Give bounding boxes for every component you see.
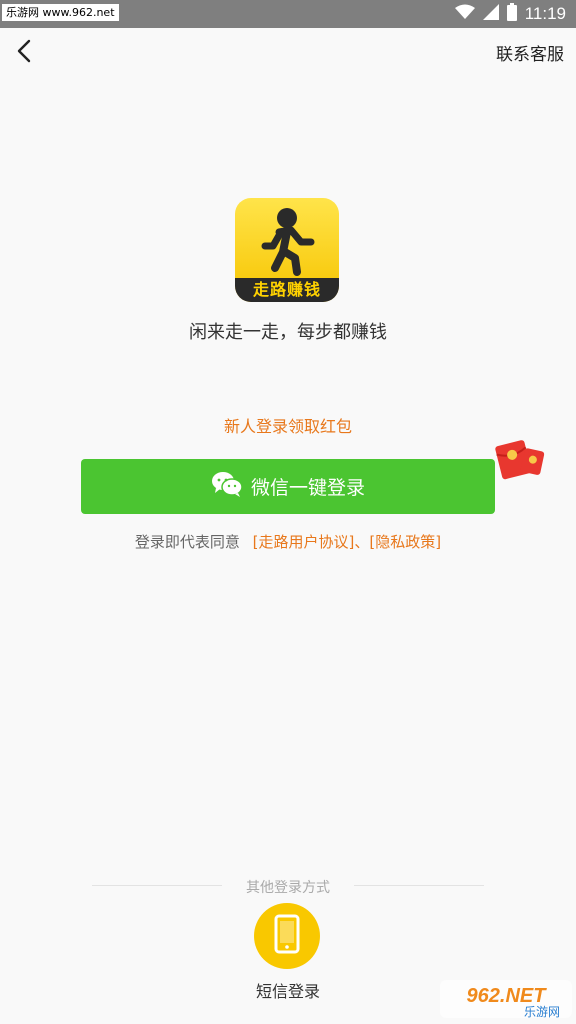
back-button[interactable] (8, 36, 40, 70)
logo-text: 走路赚钱 (252, 280, 321, 299)
watermark-sub: 乐游网 (524, 1005, 560, 1019)
header: 联系客服 (0, 28, 576, 78)
agreement-text: 登录即代表同意 [走路用户协议]、[隐私政策] (0, 531, 576, 552)
battery-icon (506, 3, 517, 25)
site-watermark: 962.NET 乐游网 (440, 976, 572, 1020)
wechat-login-button[interactable]: 微信一键登录 (81, 459, 495, 514)
privacy-policy-link[interactable]: [隐私政策] (369, 533, 441, 551)
phone-icon (274, 914, 300, 958)
user-agreement-link[interactable]: [走路用户协议] (253, 533, 355, 551)
other-login-label: 其他登录方式 (246, 880, 330, 896)
wifi-icon (454, 4, 475, 24)
signal-icon (482, 4, 499, 24)
status-time: 11:19 (524, 4, 566, 23)
wechat-icon (211, 471, 243, 502)
app-logo: 走路赚钱 (235, 198, 339, 302)
promo-text: 新人登录领取红包 (223, 417, 352, 436)
watermark-label: 乐游网 www.962.net (2, 4, 119, 21)
status-bar: 乐游网 www.962.net 11:19 (0, 0, 576, 28)
agreement-separator: 、 (354, 533, 370, 551)
status-icons: 11:19 (454, 0, 566, 28)
contact-support-link[interactable]: 联系客服 (496, 40, 564, 65)
red-envelope-icon (494, 436, 546, 480)
watermark-brand: 962.NET (467, 985, 548, 1007)
sms-login-button[interactable] (254, 903, 320, 969)
app-slogan: 闲来走一走，每步都赚钱 (189, 322, 387, 343)
wechat-login-label: 微信一键登录 (250, 477, 365, 499)
agreement-prefix: 登录即代表同意 (134, 533, 240, 551)
chevron-left-icon (16, 39, 32, 67)
